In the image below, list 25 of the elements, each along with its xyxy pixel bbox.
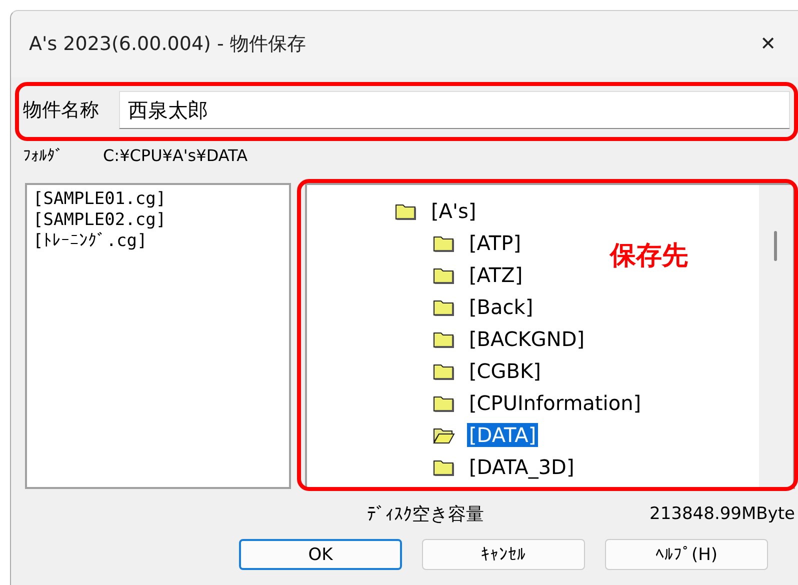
tree-item[interactable]: [CGBK] bbox=[467, 359, 543, 383]
tree-item[interactable]: [ATZ] bbox=[467, 263, 525, 287]
folder-path: C:¥CPU¥A's¥DATA bbox=[103, 146, 248, 164]
disk-value: 213848.99MByte bbox=[650, 504, 795, 524]
help-button[interactable]: ﾍﾙﾌﾟ(H) bbox=[605, 539, 768, 570]
cancel-button[interactable]: ｷｬﾝｾﾙ bbox=[422, 539, 585, 570]
window-title: A's 2023(6.00.004) - 物件保存 bbox=[29, 32, 306, 57]
tree-item[interactable]: [DATA] bbox=[467, 423, 538, 447]
file-item[interactable]: [SAMPLE01.cg] bbox=[33, 189, 283, 210]
close-icon[interactable]: ✕ bbox=[752, 33, 784, 55]
tree-item[interactable]: [A's] bbox=[429, 199, 478, 223]
tree-item[interactable]: [CPUInformation] bbox=[467, 391, 644, 415]
file-item[interactable]: [SAMPLE02.cg] bbox=[33, 210, 283, 231]
scrollbar[interactable] bbox=[759, 185, 793, 487]
field-label: 物件名称 bbox=[23, 98, 99, 123]
tree-item[interactable]: [BACKGND] bbox=[467, 327, 587, 351]
tree-item[interactable]: [ATP] bbox=[467, 231, 524, 255]
tree-item[interactable]: [DATA_3D] bbox=[467, 455, 576, 479]
name-field[interactable]: 西泉太郎 bbox=[119, 91, 790, 129]
file-item[interactable]: [ﾄﾚｰﾆﾝｸﾞ.cg] bbox=[33, 231, 283, 252]
tree-item[interactable]: [Back] bbox=[467, 295, 536, 319]
folder-label: ﾌｫﾙﾀﾞ bbox=[23, 146, 63, 164]
annotation-text: 保存先 bbox=[610, 240, 688, 273]
ok-button[interactable]: OK bbox=[239, 539, 402, 570]
disk-label: ﾃﾞｨｽｸ空き容量 bbox=[367, 503, 484, 526]
